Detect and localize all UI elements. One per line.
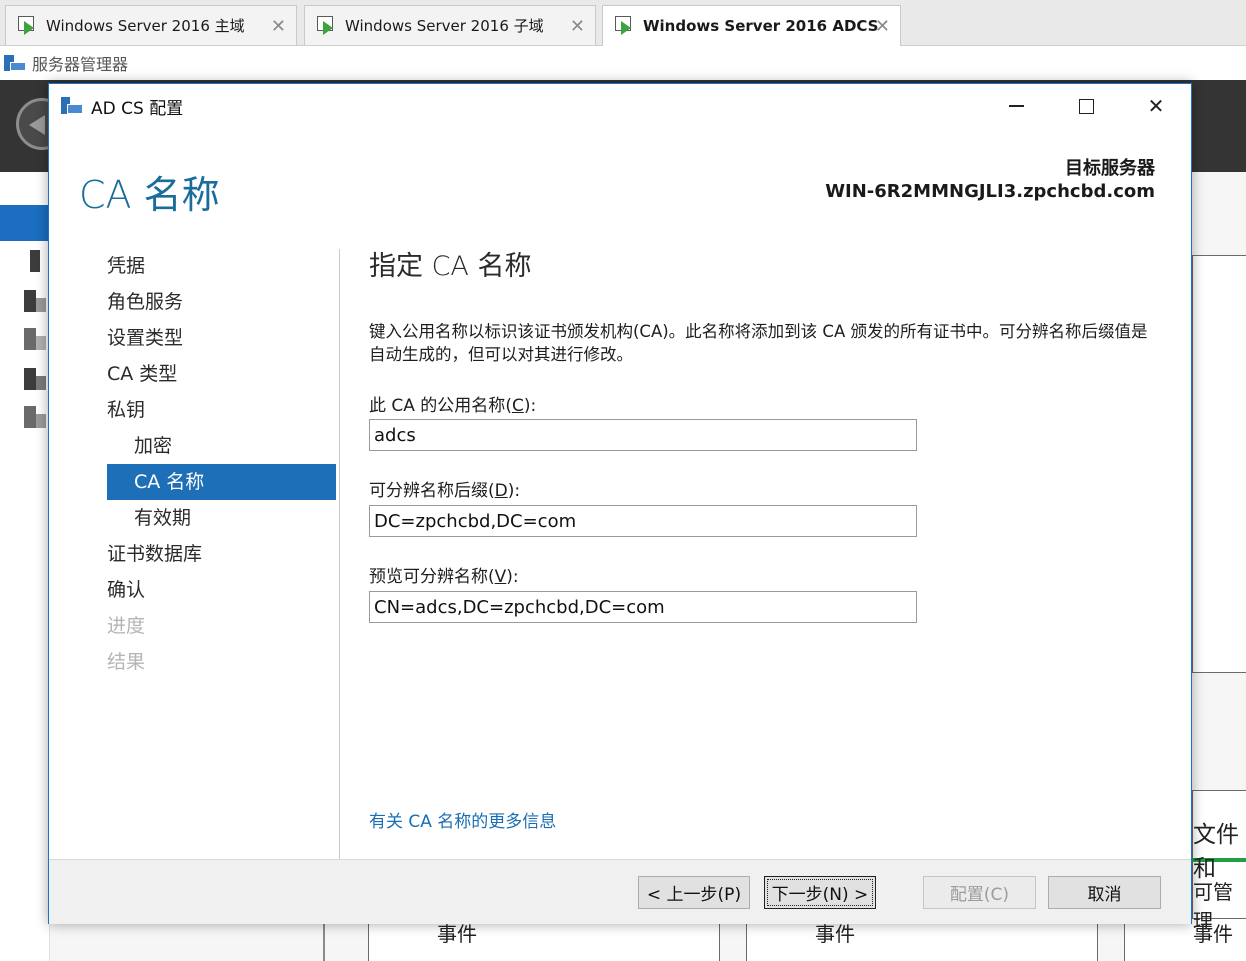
next-button[interactable]: 下一步(N) > <box>764 876 876 909</box>
nav-all-servers-icon[interactable] <box>24 290 46 312</box>
vm-tab-adcs[interactable]: Windows Server 2016 ADCS ✕ <box>602 5 901 46</box>
adcs-config-dialog: AD CS 配置 ✕ CA 名称 目标服务器 WIN-6R2MMNGJLI3.z… <box>48 83 1192 924</box>
step-validity-period[interactable]: 有效期 <box>107 500 336 536</box>
configure-button[interactable]: 配置(C) <box>923 876 1036 909</box>
nav-dashboard-selected[interactable] <box>0 205 50 241</box>
maximize-button[interactable] <box>1051 84 1121 128</box>
step-credentials[interactable]: 凭据 <box>107 248 336 284</box>
background-tile-title: 文件和 <box>1193 822 1239 882</box>
previous-button[interactable]: < 上一步(P) <box>638 876 750 909</box>
server-manager-icon <box>61 96 83 116</box>
vm-play-icon <box>18 15 38 36</box>
close-icon[interactable]: ✕ <box>570 16 585 37</box>
common-name-input[interactable] <box>369 419 917 451</box>
vm-tab-label: Windows Server 2016 主域 <box>46 17 245 35</box>
preview-dn-input[interactable] <box>369 591 917 623</box>
nav-ad-ds-icon[interactable] <box>24 368 46 390</box>
dn-suffix-label: 可分辨名称后缀(D): <box>369 481 521 501</box>
page-heading: CA 名称 <box>79 173 220 217</box>
step-private-key[interactable]: 私钥 <box>107 392 336 428</box>
step-progress: 进度 <box>107 615 146 637</box>
close-icon[interactable]: ✕ <box>875 16 890 37</box>
nav-adcs-icon[interactable] <box>24 328 46 350</box>
label-text: 预览可分辨名称 <box>369 567 488 587</box>
server-manager-icon <box>4 53 26 73</box>
background-tile <box>368 918 720 961</box>
close-icon: ✕ <box>1147 94 1165 118</box>
background-tile <box>746 918 1098 961</box>
dialog-title: AD CS 配置 <box>91 98 184 119</box>
access-key: C <box>511 396 524 416</box>
dialog-footer: < 上一步(P) 下一步(N) > 配置(C) 取消 <box>49 859 1191 924</box>
close-icon[interactable]: ✕ <box>271 16 286 37</box>
preview-dn-label: 预览可分辨名称(V): <box>369 567 519 587</box>
destination-server-value: WIN-6R2MMNGJLI3.zpchcbd.com <box>825 181 1155 202</box>
label-text: 此 CA 的公用名称 <box>369 396 506 416</box>
step-cryptography[interactable]: 加密 <box>107 428 336 464</box>
background-tile-text: 事件 <box>1193 922 1233 946</box>
destination-server-label: 目标服务器 <box>1065 158 1155 179</box>
minimize-button[interactable] <box>981 84 1051 128</box>
vm-tab-primary-domain[interactable]: Windows Server 2016 主域 ✕ <box>5 5 297 45</box>
step-results: 结果 <box>107 651 146 673</box>
nav-local-server-icon[interactable] <box>24 250 46 272</box>
nav-file-services-icon[interactable] <box>24 406 46 428</box>
more-info-link[interactable]: 有关 CA 名称的更多信息 <box>369 807 556 832</box>
maximize-icon <box>1078 98 1094 114</box>
vertical-divider <box>339 249 340 867</box>
background-tile <box>1192 255 1246 673</box>
cancel-button[interactable]: 取消 <box>1048 876 1161 909</box>
background-divider <box>323 918 325 961</box>
wizard-steps: 凭据 角色服务 设置类型 CA 类型 私钥 加密 CA 名称 有效期 证书数据库… <box>107 248 336 680</box>
server-manager-titlebar: 服务器管理器 <box>0 46 1246 80</box>
step-confirmation[interactable]: 确认 <box>107 572 336 608</box>
access-key: D <box>494 481 508 501</box>
vm-tab-label: Windows Server 2016 子域 <box>345 17 544 35</box>
common-name-label: 此 CA 的公用名称(C): <box>369 396 537 416</box>
vm-tab-child-domain[interactable]: Windows Server 2016 子域 ✕ <box>304 5 596 45</box>
vm-play-icon <box>317 15 337 36</box>
vm-play-icon <box>615 16 635 36</box>
access-key: V <box>494 567 507 587</box>
vm-tab-strip: Windows Server 2016 主域 ✕ Windows Server … <box>0 0 1246 46</box>
section-title: 指定 CA 名称 <box>369 251 532 282</box>
step-ca-type[interactable]: CA 类型 <box>107 356 336 392</box>
app-title: 服务器管理器 <box>32 55 129 74</box>
step-ca-name[interactable]: CA 名称 <box>107 464 336 500</box>
step-setup-type[interactable]: 设置类型 <box>107 320 336 356</box>
description-text: 键入公用名称以标识该证书颁发机构(CA)。此名称将添加到该 CA 颁发的所有证书… <box>369 322 1148 364</box>
label-text: 可分辨名称后缀 <box>369 481 488 501</box>
step-role-services[interactable]: 角色服务 <box>107 284 336 320</box>
vm-tab-label: Windows Server 2016 ADCS <box>643 17 879 35</box>
close-button[interactable]: ✕ <box>1121 84 1191 128</box>
minimize-icon <box>1008 105 1024 107</box>
dn-suffix-input[interactable] <box>369 505 917 537</box>
step-certificate-database[interactable]: 证书数据库 <box>107 536 336 572</box>
